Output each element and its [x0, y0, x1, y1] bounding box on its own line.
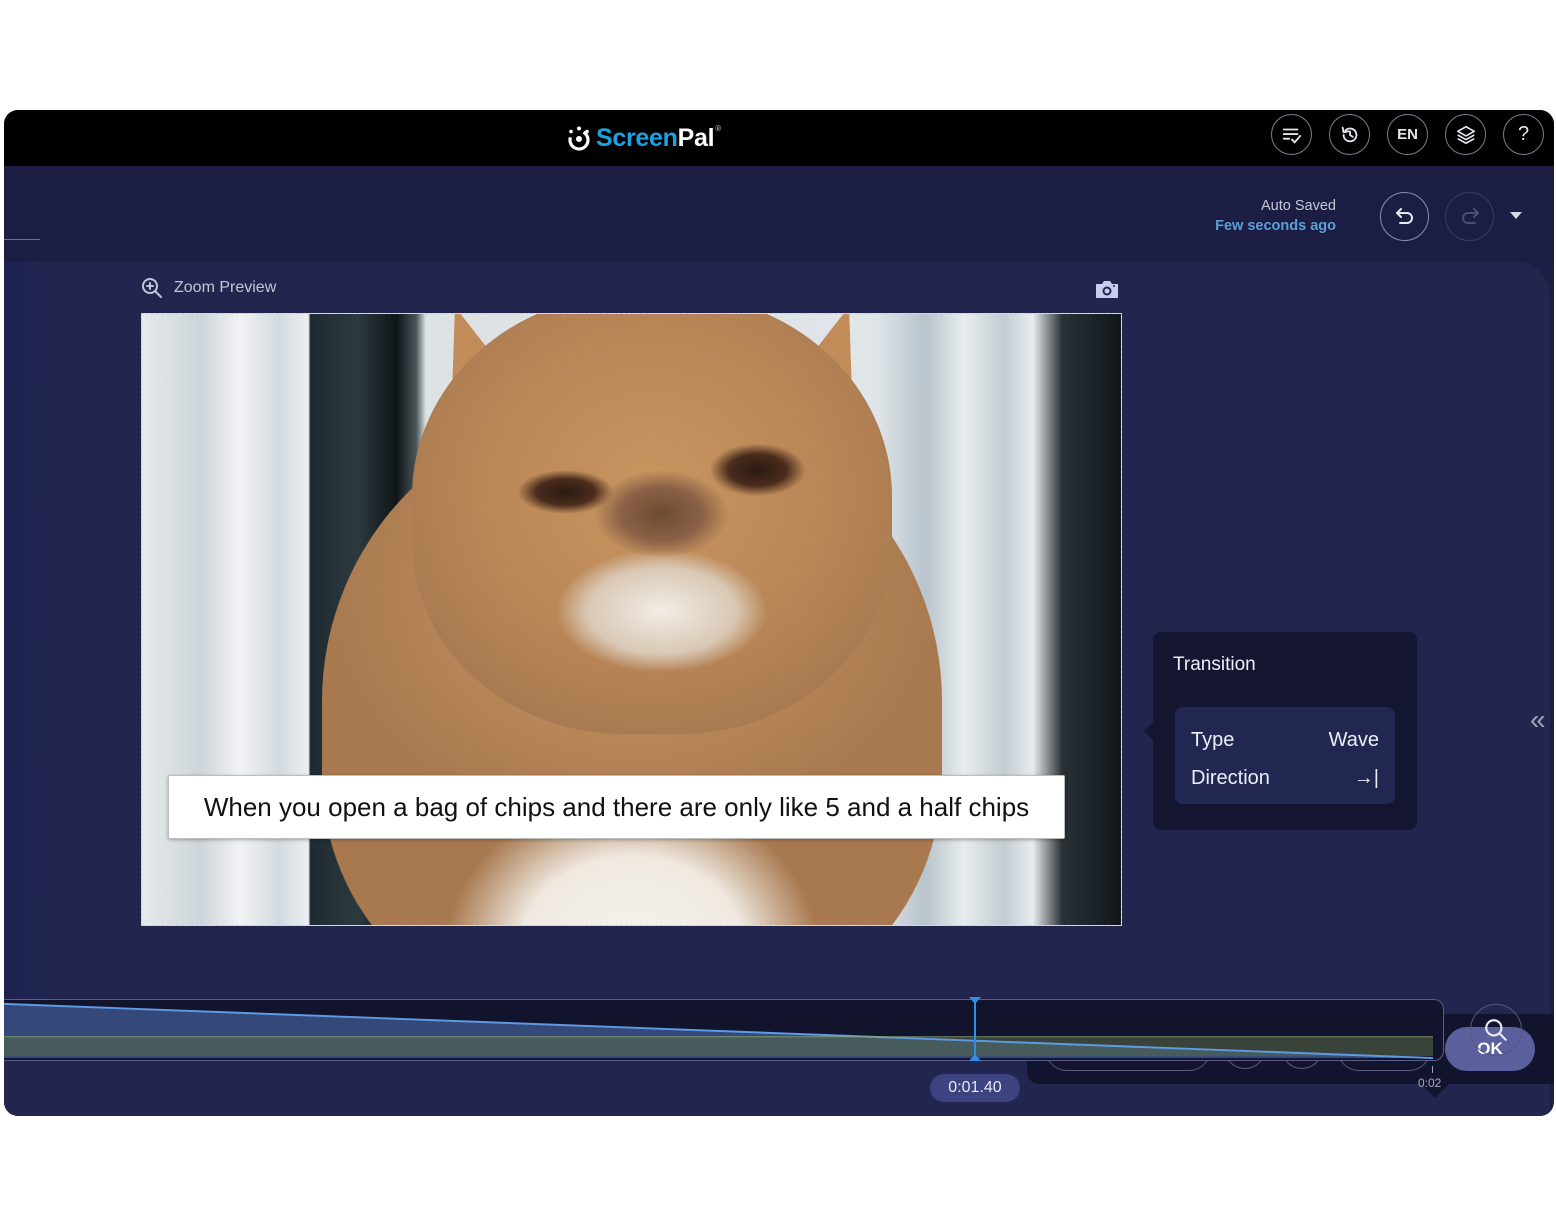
history-icon: [1341, 126, 1357, 142]
collapse-panel-icon[interactable]: «: [1530, 704, 1546, 736]
playhead-bottom-handle[interactable]: [969, 1054, 981, 1061]
direction-label: Direction: [1191, 767, 1270, 789]
type-value: Wave: [1328, 728, 1379, 751]
cat-image: [412, 314, 892, 734]
zoom-in-icon: [142, 278, 162, 298]
divider: [4, 239, 40, 240]
help-button[interactable]: ?: [1503, 114, 1544, 155]
brand-name: ScreenPal®: [596, 123, 721, 152]
screenpal-editor-window: ScreenPal® EN ? Auto Saved Few seconds a…: [4, 110, 1554, 1116]
screenpal-logo-icon: [568, 126, 590, 151]
screenpal-logo: ScreenPal®: [566, 120, 721, 156]
script-checklist-button[interactable]: [1271, 114, 1312, 155]
search-icon: [1485, 1019, 1507, 1041]
video-preview[interactable]: When you open a bag of chips and there a…: [141, 313, 1122, 926]
chevron-down-icon[interactable]: [1510, 212, 1522, 219]
left-panel-edge: [4, 262, 62, 1002]
autosave-time: Few seconds ago: [1215, 218, 1336, 234]
timeline-track[interactable]: [4, 999, 1444, 1061]
redo-button[interactable]: [1445, 192, 1494, 241]
camera-icon[interactable]: [1094, 278, 1120, 300]
caption-text-box[interactable]: When you open a bag of chips and there a…: [168, 775, 1065, 839]
transition-popup: Transition Type Wave Direction →|: [1144, 632, 1417, 830]
undo-icon: [1395, 207, 1413, 224]
top-bar: ScreenPal® EN ?: [4, 110, 1554, 166]
top-toolbar: EN ?: [1271, 114, 1544, 155]
project-header: Auto Saved Few seconds ago: [4, 166, 1554, 262]
layers-icon: [1456, 125, 1475, 144]
editor-workspace: Zoom Preview When you open a bag of chip…: [4, 262, 1554, 1116]
audio-track-band: [4, 1036, 1434, 1057]
timeline-tick-label: 0:02: [1418, 1076, 1442, 1090]
playhead[interactable]: [974, 999, 976, 1061]
timeline-waveform: [4, 1002, 1434, 1060]
transition-direction-row[interactable]: Direction →|: [1191, 757, 1379, 800]
type-label: Type: [1191, 728, 1235, 751]
layers-button[interactable]: [1445, 114, 1486, 155]
history-button[interactable]: [1329, 114, 1370, 155]
autosave-title: Auto Saved: [1261, 198, 1336, 214]
playhead-time: 0:01.40: [930, 1074, 1020, 1102]
language-button[interactable]: EN: [1387, 114, 1428, 155]
zoom-preview-header: Zoom Preview: [140, 276, 276, 300]
autosave-status: Auto Saved Few seconds ago: [1215, 196, 1336, 236]
playhead-top-handle[interactable]: [969, 997, 981, 1004]
transition-title: Transition: [1173, 654, 1256, 675]
zoom-preview-label: Zoom Preview: [174, 279, 277, 296]
timeline-tick: [1432, 1066, 1433, 1073]
transition-properties[interactable]: Type Wave Direction →|: [1175, 707, 1395, 804]
undo-button[interactable]: [1380, 192, 1429, 241]
script-checklist-icon: [1282, 128, 1301, 144]
transition-type-row[interactable]: Type Wave: [1191, 723, 1379, 757]
redo-icon: [1461, 207, 1479, 224]
timeline-zoom-button[interactable]: [1470, 1004, 1522, 1056]
arrow-right-to-bar-icon: →|: [1353, 767, 1379, 789]
